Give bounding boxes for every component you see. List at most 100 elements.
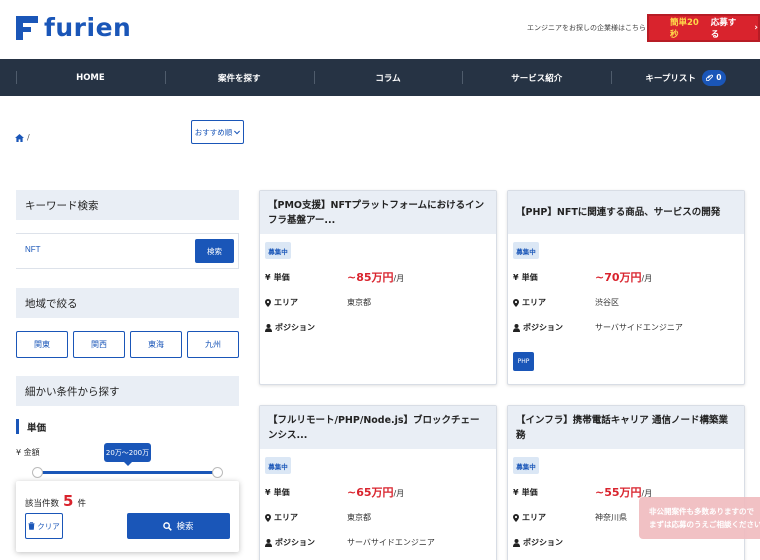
keyword-search-button[interactable]: 検索 — [195, 239, 234, 263]
job-title[interactable]: 【PHP】NFTに関連する商品、サービスの開発 — [508, 191, 744, 234]
banner-line-1: 非公開案件も多数ありますので — [649, 507, 754, 516]
price-range-slider[interactable] — [37, 471, 218, 474]
site-header: furien エンジニアをお探しの企業様はこちら 簡単20秒 応募する › — [0, 0, 760, 59]
sort-select[interactable]: おすすめ順 — [191, 120, 244, 144]
nav-item-home[interactable]: HOME — [16, 59, 165, 96]
area-row: エリア 東京都 — [265, 512, 490, 523]
nav-item-label: HOME — [76, 72, 105, 83]
price-row: ¥ 単価 ~85万円/月 — [265, 269, 490, 285]
map-pin-icon — [513, 513, 519, 522]
map-pin-icon — [265, 298, 271, 307]
sort-label: おすすめ順 — [194, 127, 233, 137]
region-button-kanto[interactable]: 関東 — [16, 331, 68, 358]
keyword-search-box: 検索 — [16, 233, 239, 269]
result-prefix: 該当件数 — [25, 499, 60, 509]
apply-label: 応募する — [710, 18, 737, 40]
status-badge: 募集中 — [265, 242, 291, 259]
nav-item-service[interactable]: サービス紹介 — [462, 59, 611, 96]
result-panel: 該当件数 5 件 クリア 検索 — [16, 481, 239, 552]
result-count-text: 該当件数 5 件 — [25, 492, 86, 510]
area-label: エリア — [522, 513, 546, 522]
result-count: 5 — [63, 492, 74, 510]
private-jobs-banner[interactable]: 非公開案件も多数ありますので まずは応募のうえご相談ください — [639, 497, 760, 539]
company-link[interactable]: エンジニアをお探しの企業様はこちら — [527, 23, 646, 33]
price-unit: /月 — [641, 274, 653, 283]
area-value: 渋谷区 — [595, 298, 619, 307]
status-badge: 募集中 — [513, 242, 539, 259]
keep-count: 0 — [716, 73, 722, 82]
detail-conditions-title: 細かい条件から探す — [25, 385, 120, 398]
result-suffix: 件 — [77, 499, 86, 509]
user-icon — [513, 323, 520, 332]
status-badge: 募集中 — [513, 457, 539, 474]
logo-mark-icon — [16, 16, 38, 40]
trash-icon — [28, 522, 35, 530]
job-title[interactable]: 【インフラ】携帯電話キャリア 通信ノード構築業務 — [508, 406, 744, 449]
keep-count-badge: 0 — [701, 69, 726, 86]
job-card[interactable]: 【PMO支援】NFTプラットフォームにおけるインフラ基盤アー... 募集中 ¥ 単… — [259, 190, 497, 385]
region-title: 地域で絞る — [25, 297, 78, 310]
price-amount-label: ¥ 金額 — [16, 448, 40, 457]
price-label: 単価 — [273, 272, 290, 282]
area-label: エリア — [522, 298, 546, 307]
job-card[interactable]: 【PHP】NFTに関連する商品、サービスの開発 募集中 ¥ 単価 ~70万円/月 … — [507, 190, 745, 385]
breadcrumb: / — [15, 133, 30, 142]
area-row: エリア 東京都 — [265, 297, 490, 308]
area-row: エリア 渋谷区 — [513, 297, 738, 308]
nav-item-label: サービス紹介 — [511, 73, 563, 84]
paperclip-icon — [706, 74, 714, 81]
yen-icon: ¥ — [265, 487, 271, 497]
main-nav: HOME 案件を探す コラム サービス紹介 キープリスト 0 — [0, 59, 760, 96]
nav-item-search-jobs[interactable]: 案件を探す — [164, 59, 314, 96]
region-button-kansai[interactable]: 関西 — [73, 331, 125, 358]
position-row: ポジション — [265, 322, 490, 333]
chevron-right-icon: › — [754, 23, 758, 33]
search-icon — [163, 521, 173, 531]
apply-button[interactable]: 簡単20秒 応募する › — [647, 14, 760, 42]
area-value: 東京都 — [347, 298, 371, 307]
position-value: サーバサイドエンジニア — [595, 323, 683, 332]
keyword-search-title: キーワード検索 — [25, 199, 99, 212]
map-pin-icon — [265, 513, 271, 522]
job-title[interactable]: 【フルリモート/PHP/Node.js】ブロックチェーンシス... — [260, 406, 496, 449]
position-row: ポジション サーバサイドエンジニア — [513, 322, 738, 333]
nav-item-label: コラム — [375, 73, 401, 84]
logo[interactable]: furien — [16, 15, 131, 41]
price-label: 単価 — [521, 272, 538, 282]
area-label: エリア — [274, 513, 298, 522]
user-icon — [265, 323, 272, 332]
detail-conditions-heading: 細かい条件から探す — [16, 376, 239, 406]
home-icon[interactable] — [15, 133, 24, 142]
user-icon — [265, 538, 272, 547]
chevron-down-icon — [234, 130, 241, 134]
position-label: ポジション — [523, 538, 563, 547]
clear-label: クリア — [37, 521, 60, 531]
job-card[interactable]: 【フルリモート/PHP/Node.js】ブロックチェーンシス... 募集中 ¥ 単… — [259, 405, 497, 560]
keyword-input[interactable] — [25, 245, 175, 254]
apply-highlight: 簡単20秒 — [670, 18, 699, 40]
price-range-tooltip: 20万～200万 — [104, 443, 151, 466]
price-unit: /月 — [393, 489, 405, 498]
slider-max-handle[interactable] — [212, 467, 223, 478]
job-title[interactable]: 【PMO支援】NFTプラットフォームにおけるインフラ基盤アー... — [260, 191, 496, 234]
clear-button[interactable]: クリア — [25, 513, 63, 539]
map-pin-icon — [513, 298, 519, 307]
price-value: ~85万円 — [347, 271, 394, 284]
skill-tag[interactable]: PHP — [513, 352, 534, 371]
yen-icon: ¥ — [513, 272, 519, 282]
nav-item-keep-list[interactable]: キープリスト 0 — [611, 59, 760, 96]
price-value: ~70万円 — [595, 271, 642, 284]
user-icon — [513, 538, 520, 547]
banner-line-2: まずは応募のうえご相談ください — [649, 520, 760, 529]
area-value: 神奈川県 — [595, 513, 627, 522]
nav-item-column[interactable]: コラム — [313, 59, 463, 96]
search-button[interactable]: 検索 — [127, 513, 230, 539]
slider-min-handle[interactable] — [32, 467, 43, 478]
region-button-tokai[interactable]: 東海 — [130, 331, 182, 358]
region-button-kyushu[interactable]: 九州 — [187, 331, 239, 358]
price-value: ~65万円 — [347, 486, 394, 499]
search-label: 検索 — [176, 522, 194, 532]
price-label: 単価 — [521, 487, 538, 497]
position-label: ポジション — [275, 538, 315, 547]
nav-item-label: 案件を探す — [217, 73, 261, 84]
